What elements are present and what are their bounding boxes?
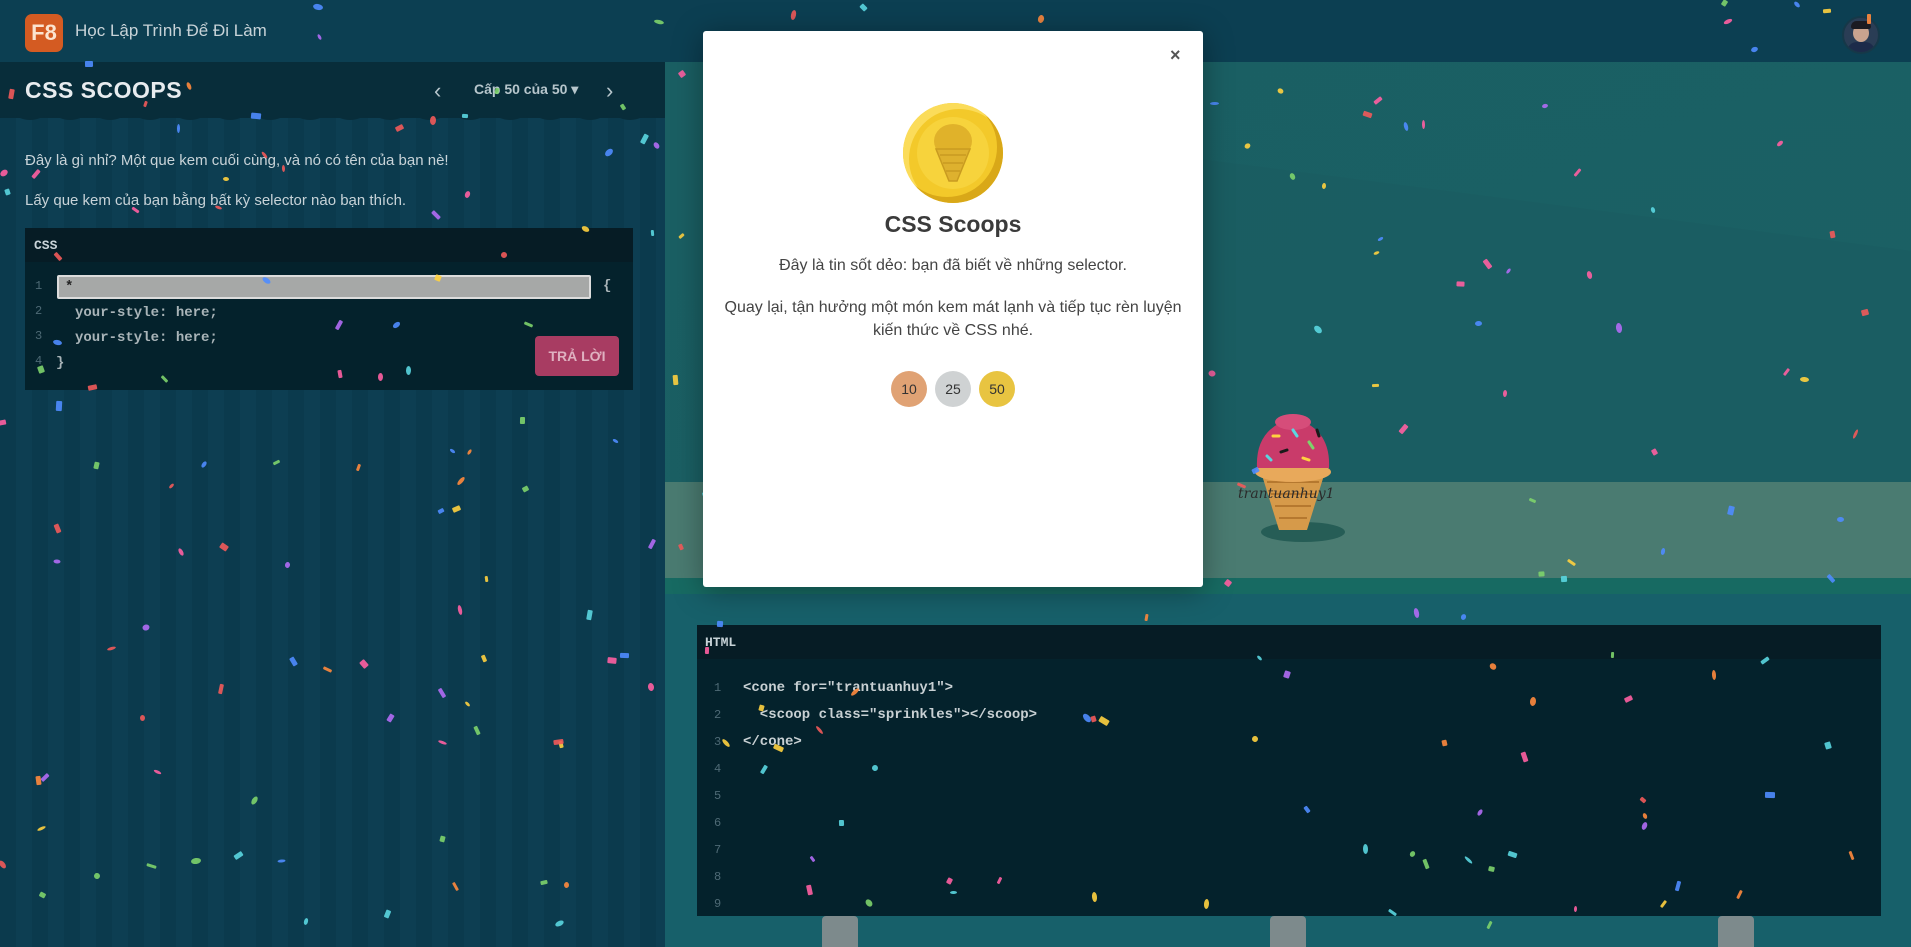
html-viewer: HTML 1 2 3 4 5 6 7 8 9 <cone for="trantu… bbox=[697, 625, 1881, 916]
brand-name[interactable]: Học Lập Trình Để Đi Làm bbox=[75, 21, 267, 41]
close-icon[interactable]: × bbox=[1170, 45, 1181, 66]
code-line: your-style: here; bbox=[75, 330, 218, 346]
code-line: your-style: here; bbox=[75, 305, 218, 321]
success-modal: × CSS Scoops Đây là tin sốt dẻo: bạn đã … bbox=[703, 31, 1203, 587]
open-brace: { bbox=[603, 278, 612, 294]
html-code-line: </cone> bbox=[743, 734, 802, 750]
ice-cream-cone-icon[interactable] bbox=[1233, 402, 1353, 542]
line-number: 9 bbox=[714, 897, 722, 911]
panel-header: CSS SCOOPS ‹ Cấp 50 của 50 ▾ › bbox=[0, 62, 665, 118]
html-viewer-label: HTML bbox=[705, 635, 737, 650]
next-level-icon[interactable]: › bbox=[606, 78, 613, 104]
gold-medal-icon bbox=[903, 103, 1003, 203]
instruction-text-2: Lấy que kem của bạn bằng bất kỳ selector… bbox=[25, 192, 407, 209]
f8-logo[interactable]: F8 bbox=[25, 14, 63, 52]
line-number: 2 bbox=[714, 708, 722, 722]
line-number: 5 bbox=[714, 789, 722, 803]
player-name-label: trantuanhuy1 bbox=[1238, 486, 1335, 502]
badge-50: 50 bbox=[979, 371, 1015, 407]
line-number: 4 bbox=[714, 762, 722, 776]
table-leg bbox=[1718, 916, 1754, 947]
line-number: 6 bbox=[714, 816, 722, 830]
game-title: CSS SCOOPS bbox=[25, 77, 183, 103]
table-leg bbox=[1270, 916, 1306, 947]
html-code-line: <cone for="trantuanhuy1"> bbox=[743, 680, 954, 696]
html-code-line: <scoop class="sprinkles"></scoop> bbox=[743, 707, 1038, 723]
line-number: 1 bbox=[714, 681, 722, 695]
css-editor-label: CSS bbox=[34, 238, 58, 253]
line-number: 4 bbox=[35, 354, 43, 368]
table-leg bbox=[822, 916, 858, 947]
level-selector[interactable]: Cấp 50 của 50 ▾ bbox=[474, 81, 578, 98]
line-number: 2 bbox=[35, 304, 43, 318]
modal-message-2: Quay lại, tận hưởng một món kem mát lạnh… bbox=[724, 299, 1182, 340]
css-editor: CSS 1 2 3 4 * { your-style: here; your-s… bbox=[25, 228, 633, 390]
line-number: 8 bbox=[714, 870, 722, 884]
line-number: 7 bbox=[714, 843, 722, 857]
previous-level-icon[interactable]: ‹ bbox=[434, 78, 441, 104]
badge-25: 25 bbox=[935, 371, 971, 407]
user-avatar[interactable] bbox=[1842, 16, 1880, 54]
instructions-panel: CSS SCOOPS ‹ Cấp 50 của 50 ▾ › Đây là gì… bbox=[0, 62, 665, 947]
html-viewer-header: HTML bbox=[697, 625, 1881, 659]
modal-message: Đây là tin sốt dẻo: bạn đã biết về những… bbox=[779, 257, 1127, 274]
instruction-text-1: Đây là gì nhỉ? Một que kem cuối cùng, và… bbox=[25, 152, 449, 169]
close-brace: } bbox=[56, 355, 65, 371]
line-number: 3 bbox=[35, 329, 43, 343]
line-number: 1 bbox=[35, 279, 43, 293]
answer-button[interactable]: TRẢ LỜI bbox=[535, 336, 619, 376]
modal-title: CSS Scoops bbox=[884, 211, 1022, 237]
css-selector-input[interactable]: * bbox=[57, 275, 591, 299]
wave-divider bbox=[0, 114, 665, 120]
css-editor-header: CSS bbox=[25, 228, 633, 262]
line-number: 3 bbox=[714, 735, 722, 749]
badge-10: 10 bbox=[891, 371, 927, 407]
